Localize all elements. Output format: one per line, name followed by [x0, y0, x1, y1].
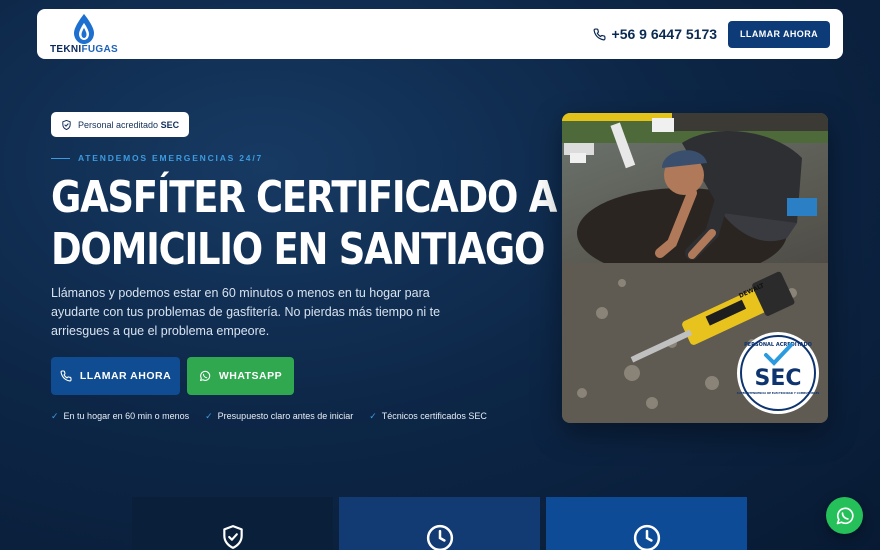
accreditation-badge: Personal acreditado SEC — [51, 112, 190, 137]
badge-text-bold: SEC — [160, 119, 180, 130]
cta-row: LLAMAR AHORA WHATSAPP — [51, 357, 294, 395]
seal-top-text: PERSONAL ACREDITADO — [744, 342, 812, 348]
header-call-button[interactable]: LLAMAR AHORA — [728, 20, 830, 48]
shield-check-icon — [222, 525, 243, 549]
check-icon: ✓ — [369, 411, 377, 421]
whatsapp-label: WHATSAPP — [218, 370, 283, 382]
eyebrow-line — [51, 157, 70, 159]
check-icon: ✓ — [51, 411, 59, 421]
phone-icon — [60, 370, 72, 382]
badge-text: Personal acreditado — [78, 119, 159, 130]
feature-cards — [132, 497, 747, 550]
logo-text-fugas: FUGAS — [81, 44, 118, 55]
phone-icon — [593, 27, 606, 40]
benefits-list: ✓ En tu hogar en 60 min o menos ✓ Presupue… — [51, 411, 487, 422]
whatsapp-floating-button[interactable] — [826, 497, 863, 534]
eyebrow: ATENDEMOS EMERGENCIAS 24/7 — [51, 153, 263, 163]
whatsapp-icon — [836, 506, 854, 524]
header-phone-link[interactable]: +56 9 6447 5173 — [593, 26, 718, 42]
sec-seal: PERSONAL ACREDITADO SEC SUPERINTENDENCIA… — [737, 332, 820, 414]
page-title: GASFÍTER CERTIFICADO A DOMICILIO EN SANT… — [51, 172, 557, 276]
shield-icon — [62, 119, 71, 130]
benefit-item: ✓ Presupuesto claro antes de iniciar — [205, 411, 354, 421]
feature-card — [546, 497, 747, 550]
benefit-item: ✓ Técnicos certificados SEC — [369, 411, 487, 421]
call-now-label: LLAMAR AHORA — [79, 370, 172, 382]
site-header: TEKNIFUGAS +56 9 6447 5173 LLAMAR AHORA — [37, 9, 843, 59]
feature-card — [132, 497, 333, 550]
seal-bottom-text: SUPERINTENDENCIA DE ELECTRICIDAD Y COMBU… — [737, 391, 820, 395]
whatsapp-button[interactable]: WHATSAPP — [187, 357, 294, 395]
call-now-button[interactable]: LLAMAR AHORA — [51, 357, 180, 395]
clock-icon — [426, 524, 453, 550]
seal-main-text: SEC — [754, 366, 801, 391]
benefit-item: ✓ En tu hogar en 60 min o menos — [51, 411, 190, 421]
worker-excavation-illustration: DEWALT PERSONAL ACREDITADO SEC SUPERINTE… — [562, 113, 828, 423]
hero-photo: DEWALT PERSONAL ACREDITADO SEC SUPERINTE… — [562, 113, 828, 423]
title-line-1: GASFÍTER CERTIFICADO A — [51, 172, 557, 223]
drop-icon — [74, 14, 94, 44]
check-icon: ✓ — [205, 411, 213, 421]
logo-text-tekni: TEKNI — [50, 44, 82, 55]
whatsapp-icon — [199, 370, 211, 382]
title-line-2: DOMICILIO EN SANTIAGO — [51, 224, 545, 275]
eyebrow-text: ATENDEMOS EMERGENCIAS 24/7 — [78, 153, 264, 163]
header-phone-number: +56 9 6447 5173 — [611, 26, 718, 42]
feature-card — [339, 497, 540, 550]
logo[interactable]: TEKNIFUGAS — [50, 13, 118, 55]
clock-icon — [633, 524, 660, 550]
hero-lead: Llámanos y podemos estar en 60 minutos o… — [51, 286, 441, 338]
header-actions: +56 9 6447 5173 LLAMAR AHORA — [593, 20, 830, 48]
